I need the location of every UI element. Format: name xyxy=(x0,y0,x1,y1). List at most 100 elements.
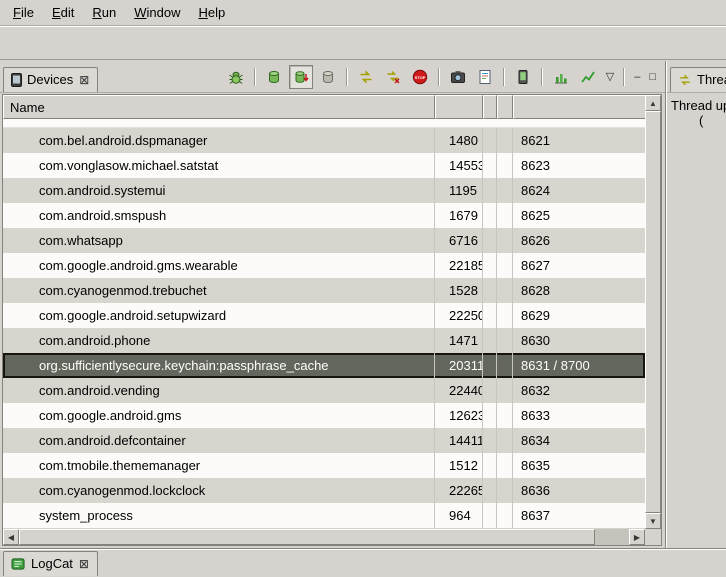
table-row[interactable]: com.google.android.gms.wearable 22185 86… xyxy=(3,253,645,278)
threads-message-line1: Thread up xyxy=(671,98,726,113)
table-row[interactable]: com.android.systemui 1195 8624 xyxy=(3,178,645,203)
blank-cell-2 xyxy=(497,403,513,428)
process-pid-cell: 1512 xyxy=(435,453,483,478)
process-pid-cell: 1195 xyxy=(435,178,483,203)
stats-line-icon[interactable] xyxy=(576,65,600,89)
dump-hprof-icon[interactable] xyxy=(289,65,313,89)
vertical-scrollbar[interactable]: ▲ ▼ xyxy=(645,95,661,529)
debug-icon[interactable] xyxy=(224,65,248,89)
table-row[interactable]: com.android.defcontainer 14411 8634 xyxy=(3,428,645,453)
update-heap-icon[interactable] xyxy=(262,65,286,89)
blank-cell-2 xyxy=(497,203,513,228)
table-row[interactable]: com.bel.android.dspmanager 1480 8621 xyxy=(3,128,645,153)
tab-threads[interactable]: Threads xyxy=(670,67,726,92)
scroll-down-icon[interactable]: ▼ xyxy=(645,513,661,529)
blank-cell-2 xyxy=(497,303,513,328)
menu-file[interactable]: File xyxy=(4,2,43,23)
blank-cell-2 xyxy=(497,328,513,353)
process-name-cell: com.android.phone xyxy=(3,328,435,353)
blank-cell-2 xyxy=(497,503,513,528)
empty-toolbar-strip xyxy=(0,26,726,60)
report-icon[interactable] xyxy=(473,65,497,89)
stop-process-icon[interactable]: STOP xyxy=(408,65,432,89)
table-header-row: Name xyxy=(3,95,661,119)
menu-window[interactable]: Window xyxy=(125,2,189,23)
table-row[interactable]: com.android.smspush 1679 8625 xyxy=(3,203,645,228)
process-name-cell: org.sufficientlysecure.keychain:passphra… xyxy=(3,353,435,378)
blank-cell-1 xyxy=(483,178,497,203)
blank-cell-1 xyxy=(483,328,497,353)
process-pid-cell: 6716 xyxy=(435,228,483,253)
stats-bars-icon[interactable] xyxy=(549,65,573,89)
blank-cell-1 xyxy=(483,253,497,278)
stop-threads-icon[interactable] xyxy=(381,65,405,89)
blank-cell-1 xyxy=(483,128,497,153)
horizontal-scrollbar[interactable]: ◀ ▶ xyxy=(3,529,645,545)
table-row[interactable]: com.cyanogenmod.lockclock 22265 8636 xyxy=(3,478,645,503)
process-port-cell: 8625 xyxy=(513,203,645,228)
table-row[interactable]: com.tmobile.thememanager 1512 8635 xyxy=(3,453,645,478)
process-table: Name com.bel.android.dspmanager 1480 862… xyxy=(2,94,662,546)
scroll-left-icon[interactable]: ◀ xyxy=(3,529,19,545)
blank-cell-2 xyxy=(497,378,513,403)
column-header-port[interactable] xyxy=(513,95,661,119)
toolbar-separator xyxy=(503,68,505,86)
view-menu-icon[interactable]: ▽ xyxy=(603,68,617,86)
process-port-cell: 8628 xyxy=(513,278,645,303)
process-pid-cell: 1471 xyxy=(435,328,483,353)
process-name-cell: com.bel.android.dspmanager xyxy=(3,128,435,153)
process-port-cell: 8630 xyxy=(513,328,645,353)
process-rows: com.bel.android.dspmanager 1480 8621 com… xyxy=(3,119,645,529)
process-port-cell: 8635 xyxy=(513,453,645,478)
table-row[interactable]: com.vonglasow.michael.satstat 14553 8623 xyxy=(3,153,645,178)
threads-content: Thread up ( xyxy=(667,93,726,128)
blank-cell-1 xyxy=(483,303,497,328)
menu-help[interactable]: Help xyxy=(189,2,234,23)
table-row[interactable]: system_process 964 8637 xyxy=(3,503,645,528)
scroll-right-icon[interactable]: ▶ xyxy=(629,529,645,545)
cause-gc-icon[interactable] xyxy=(316,65,340,89)
process-port-cell: 8633 xyxy=(513,403,645,428)
horizontal-scroll-thumb[interactable] xyxy=(19,529,595,545)
tab-logcat[interactable]: LogCat ⊠ xyxy=(3,551,98,576)
process-pid-cell: 22440 xyxy=(435,378,483,403)
update-threads-icon[interactable] xyxy=(354,65,378,89)
table-row[interactable]: com.android.vending 22440 8632 xyxy=(3,378,645,403)
vertical-scroll-thumb[interactable] xyxy=(645,111,661,513)
process-name-cell: com.cyanogenmod.trebuchet xyxy=(3,278,435,303)
process-port-cell: 8629 xyxy=(513,303,645,328)
process-port-cell: 8632 xyxy=(513,378,645,403)
column-header-blank2[interactable] xyxy=(497,95,513,119)
minimize-icon[interactable]: – xyxy=(631,68,643,86)
toolbar-separator xyxy=(541,68,543,86)
process-name-cell: com.android.systemui xyxy=(3,178,435,203)
table-row[interactable]: com.cyanogenmod.trebuchet 1528 8628 xyxy=(3,278,645,303)
column-header-pid[interactable] xyxy=(435,95,483,119)
blank-cell-1 xyxy=(483,153,497,178)
column-header-blank1[interactable] xyxy=(483,95,497,119)
process-name-cell: com.google.android.gms.wearable xyxy=(3,253,435,278)
tab-devices-close-icon[interactable]: ⊠ xyxy=(79,73,89,87)
process-port-cell: 8636 xyxy=(513,478,645,503)
table-row[interactable]: com.android.phone 1471 8630 xyxy=(3,328,645,353)
table-row[interactable]: com.google.android.gms 12623 8633 xyxy=(3,403,645,428)
screen-capture-icon[interactable] xyxy=(446,65,470,89)
menu-edit[interactable]: Edit xyxy=(43,2,83,23)
tab-logcat-close-icon[interactable]: ⊠ xyxy=(79,557,89,571)
scroll-up-icon[interactable]: ▲ xyxy=(645,95,661,111)
menubar: File Edit Run Window Help xyxy=(0,0,726,26)
blank-cell-1 xyxy=(483,453,497,478)
toolbar-separator xyxy=(623,68,625,86)
maximize-icon[interactable]: □ xyxy=(646,68,659,86)
scrollbar-corner xyxy=(645,529,661,545)
blank-cell-2 xyxy=(497,278,513,303)
table-row[interactable]: com.google.android.setupwizard 22250 862… xyxy=(3,303,645,328)
tab-devices[interactable]: Devices ⊠ xyxy=(3,67,98,92)
table-row[interactable]: com.whatsapp 6716 8626 xyxy=(3,228,645,253)
device-view-icon[interactable] xyxy=(511,65,535,89)
column-header-name[interactable]: Name xyxy=(3,95,435,119)
threads-icon xyxy=(678,73,692,87)
blank-cell-1 xyxy=(483,403,497,428)
menu-run[interactable]: Run xyxy=(83,2,125,23)
table-row[interactable]: org.sufficientlysecure.keychain:passphra… xyxy=(3,353,645,378)
